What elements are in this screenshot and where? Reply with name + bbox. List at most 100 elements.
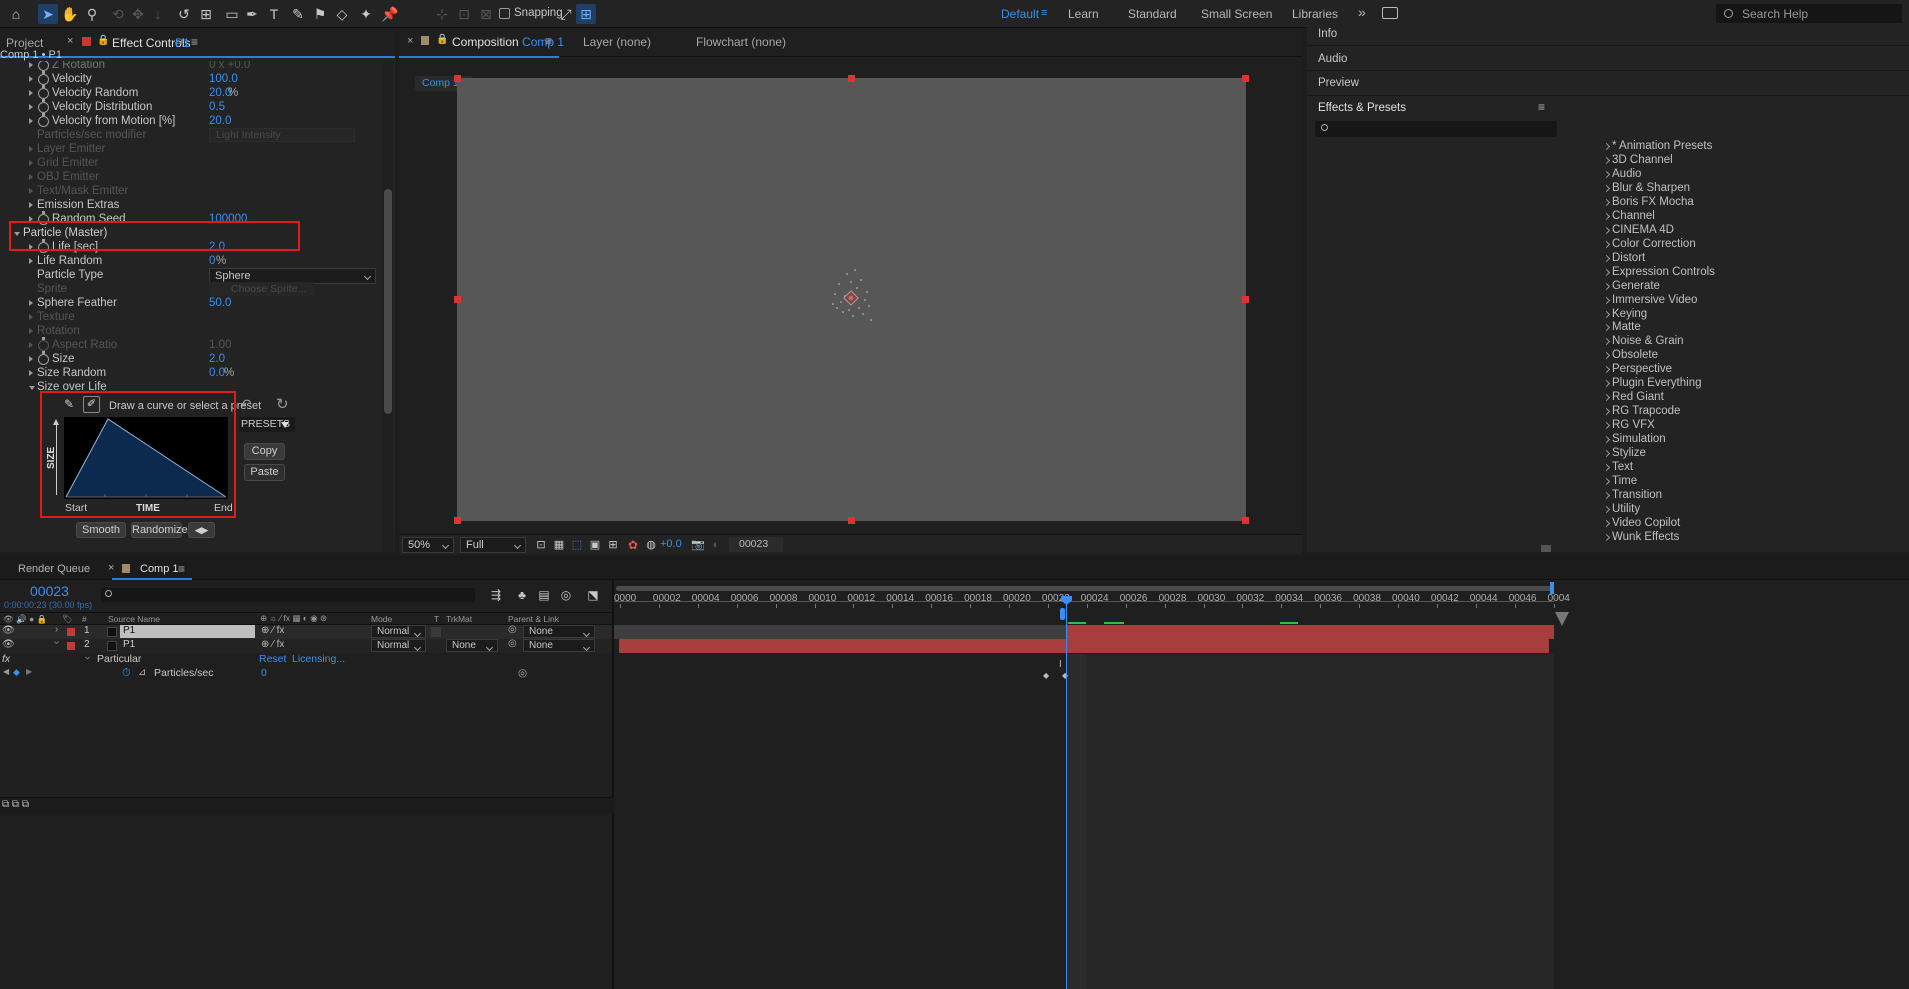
effects-category-item[interactable]: Stylize: [1612, 447, 1646, 459]
effects-category-item[interactable]: Matte: [1612, 321, 1641, 333]
pickwhip-icon[interactable]: ◎: [508, 624, 517, 635]
layer-label-color[interactable]: [67, 642, 75, 650]
lock-icon[interactable]: 🔒: [97, 35, 109, 46]
audio-panel-tab[interactable]: Audio: [1318, 53, 1347, 65]
color-management-icon[interactable]: ◍: [641, 535, 661, 555]
effects-category-item[interactable]: CINEMA 4D: [1612, 224, 1674, 236]
comp-timecode[interactable]: 00023: [729, 537, 783, 552]
layer-name[interactable]: P1: [123, 639, 135, 650]
workspace-panel-icon[interactable]: [1382, 7, 1398, 19]
axis-view-icon[interactable]: ⊠: [476, 4, 496, 24]
presets-dropdown[interactable]: PRESETS: [239, 417, 295, 432]
work-area-start[interactable]: [1060, 608, 1065, 620]
effects-category-item[interactable]: Color Correction: [1612, 238, 1696, 250]
close-tab-icon[interactable]: ×: [67, 35, 73, 47]
comp-mini-flowchart-icon[interactable]: ⇶: [486, 585, 506, 605]
effects-category-item[interactable]: Plugin Everything: [1612, 377, 1702, 389]
graph-editor-icon[interactable]: ⬔: [583, 585, 603, 605]
trkmat-header[interactable]: TrkMat: [446, 614, 472, 624]
effect-scrollbar[interactable]: [383, 61, 393, 552]
pen-tool-icon[interactable]: ✒: [242, 4, 262, 24]
blend-mode-dropdown[interactable]: Normal: [371, 625, 426, 638]
frame-blending-icon[interactable]: ▤: [534, 585, 554, 605]
workspace-small-screen[interactable]: Small Screen: [1201, 7, 1272, 21]
effects-search-input[interactable]: [1315, 121, 1557, 137]
close-comp-tab-icon[interactable]: ×: [407, 35, 413, 47]
layer-label-color[interactable]: [67, 628, 75, 636]
layer-2-track[interactable]: [619, 639, 1549, 653]
pickwhip-icon[interactable]: ◎: [508, 638, 517, 649]
add-keyframe-icon[interactable]: ◆: [13, 667, 20, 678]
graph-icon[interactable]: ⊿: [138, 667, 146, 678]
property-value[interactable]: 0: [261, 667, 267, 679]
motion-blur-icon[interactable]: ◎: [556, 585, 576, 605]
smooth-button[interactable]: Smooth: [76, 522, 126, 538]
effects-category-item[interactable]: * Animation Presets: [1612, 140, 1712, 152]
transparency-grid-icon[interactable]: ▦: [549, 535, 569, 555]
workspace-libraries[interactable]: Libraries: [1292, 7, 1338, 21]
comp-menu-icon[interactable]: ≡: [545, 34, 552, 48]
snap-grid-icon[interactable]: ⊞: [576, 4, 596, 24]
workspace-default[interactable]: Default: [1001, 7, 1039, 21]
undo-curve-icon[interactable]: ↶: [240, 396, 252, 413]
layer-name[interactable]: P1: [120, 625, 255, 638]
hand-tool-icon[interactable]: ✋: [60, 4, 80, 24]
selection-tool-icon[interactable]: ➤: [38, 4, 58, 24]
current-time-indicator[interactable]: [1066, 597, 1067, 989]
parent-dropdown[interactable]: None: [523, 625, 595, 638]
zoom-tool-icon[interactable]: ⚲: [82, 4, 102, 24]
zoom-dropdown[interactable]: 50%: [402, 537, 454, 553]
timeline-layer-row[interactable]: 👁 › 2 P1 ⊕ ⁄ fx Normal None ◎ None: [0, 638, 612, 653]
orbit-camera-icon[interactable]: ⟲: [108, 4, 128, 24]
tab-comp-1[interactable]: Comp 1: [140, 563, 179, 575]
workspace-learn[interactable]: Learn: [1068, 7, 1099, 21]
work-area-end[interactable]: [1550, 582, 1554, 594]
trkmat-dropdown[interactable]: None: [446, 639, 498, 652]
close-timeline-tab-icon[interactable]: ×: [108, 562, 114, 574]
rotation-tool-icon[interactable]: ↺: [174, 4, 194, 24]
search-help-input[interactable]: Search Help: [1716, 4, 1902, 24]
work-area-bar[interactable]: [616, 586, 1552, 591]
expression-pickwhip-icon[interactable]: ◎: [518, 667, 527, 679]
workspace-standard[interactable]: Standard: [1128, 7, 1177, 21]
tab-project[interactable]: Project: [6, 36, 43, 50]
effects-category-item[interactable]: Immersive Video: [1612, 294, 1697, 306]
collapse-layer-icon[interactable]: ›: [51, 641, 62, 644]
effects-category-item[interactable]: Noise & Grain: [1612, 335, 1684, 347]
snapping-checkbox[interactable]: [499, 8, 510, 19]
clone-stamp-icon[interactable]: ⚑: [310, 4, 330, 24]
effects-category-item[interactable]: Video Copilot: [1612, 517, 1680, 529]
reset-link[interactable]: Reset: [259, 653, 286, 665]
expand-layer-icon[interactable]: ›: [55, 624, 58, 635]
mode-header[interactable]: Mode: [371, 614, 392, 624]
timeline-layer-row[interactable]: 👁 › 1 P1 ⊕ ⁄ fx Normal ◎ None: [0, 624, 612, 639]
home-icon[interactable]: ⌂: [6, 4, 26, 24]
eye-icon[interactable]: 👁: [2, 625, 15, 636]
copy-curve-button[interactable]: Copy: [244, 443, 285, 460]
stopwatch-icon[interactable]: ⏱: [122, 667, 131, 680]
layer-1-track[interactable]: [614, 622, 1554, 639]
axis-world-icon[interactable]: ⊡: [454, 4, 474, 24]
effects-category-item[interactable]: Transition: [1612, 489, 1662, 501]
property-row-particles-sec[interactable]: ◀ ◆ ▶ ⏱ ⊿ Particles/sec 0 ◎: [0, 667, 612, 681]
effects-category-item[interactable]: Red Giant: [1612, 391, 1664, 403]
effects-category-item[interactable]: Boris FX Mocha: [1612, 196, 1694, 208]
prev-keyframe-icon[interactable]: ◀: [3, 667, 9, 676]
effects-category-item[interactable]: Keying: [1612, 308, 1647, 320]
effects-category-item[interactable]: 3D Channel: [1612, 154, 1673, 166]
exposure-value[interactable]: +0.0: [660, 538, 682, 550]
brush-tool-icon[interactable]: ✎: [288, 4, 308, 24]
tab-render-queue[interactable]: Render Queue: [18, 563, 90, 575]
preview-panel-tab[interactable]: Preview: [1318, 77, 1359, 89]
shy-layers-icon[interactable]: ♣: [512, 585, 532, 605]
layer-search-input[interactable]: [101, 588, 475, 602]
effects-panel-resize-handle[interactable]: [1541, 545, 1551, 552]
effects-category-item[interactable]: RG Trapcode: [1612, 405, 1680, 417]
randomize-button[interactable]: Randomize: [131, 522, 188, 538]
effects-category-item[interactable]: Text: [1612, 461, 1633, 473]
effects-category-item[interactable]: Generate: [1612, 280, 1660, 292]
rectangle-tool-icon[interactable]: ▭: [222, 4, 242, 24]
paste-curve-button[interactable]: Paste: [244, 464, 285, 481]
next-keyframe-icon[interactable]: ▶: [26, 667, 32, 676]
timeline-timecode[interactable]: 00023: [30, 583, 69, 599]
